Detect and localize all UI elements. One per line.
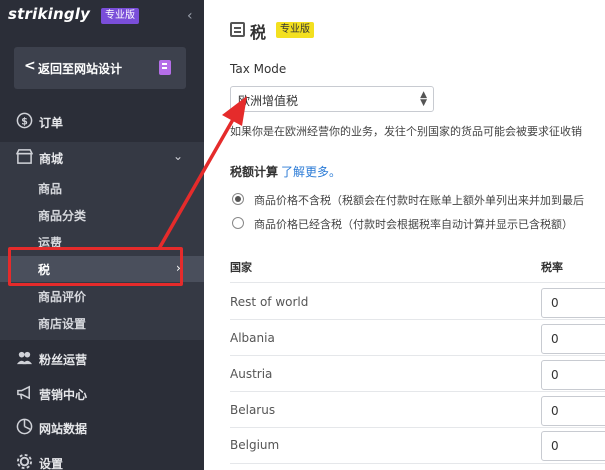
radio-exclusive-label: 商品价格不含税（税额会在付款时在账单上额外单列出来并加到最后 [254,194,584,207]
country-name: Rest of world [230,295,309,309]
pro-badge: 专业版 [101,8,139,24]
learn-more-link[interactable]: 了解更多。 [281,163,341,180]
sidebar: strikingly 专业版 ‹ < 返回至网站设计 $ 订单 商城 ⌄ 商品 … [0,0,204,470]
radio-exclusive-row[interactable]: 商品价格不含税（税额会在付款时在账单上额外单列出来并加到最后 [230,190,605,208]
tax-rate-input[interactable]: 0 [541,396,605,426]
title-pro-badge: 专业版 [276,22,314,38]
nav-label-store: 商城 [39,152,64,166]
tax-rate-value: 0 [551,404,559,418]
nav-item-orders[interactable]: $ 订单 [0,108,204,136]
sidebar-item-categories[interactable]: 商品分类 [0,202,204,228]
store-icon [15,148,33,166]
tax-rate-input[interactable]: 0 [541,431,605,461]
chevron-down-icon: ⌄ [173,149,184,163]
country-name: Austria [230,367,273,381]
radio-inclusive-row[interactable]: 商品价格已经含税（付款时会根据税率自动计算并显示已含税额） [230,214,605,232]
sidebar-item-products[interactable]: 商品 [0,175,204,201]
tax-mode-select[interactable]: 欧洲增值税 ▲ ▼ [230,86,434,112]
select-arrows-icon: ▲ ▼ [420,90,427,108]
tax-rate-input[interactable]: 0 [541,324,605,354]
row-divider [230,391,605,392]
megaphone-icon [15,384,33,402]
page-title: 税 [250,23,267,42]
sub-label: 商品评价 [38,290,87,304]
back-to-design-button[interactable]: < 返回至网站设计 [14,47,186,89]
tax-rate-value: 0 [551,439,559,453]
row-divider [230,319,605,320]
row-divider [230,463,605,464]
sub-label: 商店设置 [38,317,87,331]
radio-exclusive[interactable] [232,193,244,205]
nav-item-fans[interactable]: 粉丝运营 [0,345,204,373]
nav-label-settings: 设置 [39,457,64,470]
nav-label-fans: 粉丝运营 [39,353,88,367]
tax-mode-value: 欧洲增值税 [238,94,299,108]
sidebar-item-store-settings[interactable]: 商店设置 [0,310,204,336]
tax-rate-value: 0 [551,296,559,310]
brand-row: strikingly 专业版 ‹ [0,0,204,34]
sidebar-item-reviews[interactable]: 商品评价 [0,283,204,309]
receipt-icon [230,22,245,37]
main-content: 税 专业版 Tax Mode 欧洲增值税 ▲ ▼ 如果你是在欧洲经营你的业务，发往… [204,0,605,470]
tax-rate-value: 0 [551,368,559,382]
tax-calc-label: 税额计算 [230,165,279,179]
users-icon [15,349,33,367]
sub-label: 商品 [38,182,63,196]
country-name: Belgium [230,438,280,452]
book-icon [159,60,171,75]
tax-rate-input[interactable]: 0 [541,288,605,318]
strikingly-logo[interactable]: strikingly [8,5,90,23]
sub-label: 商品分类 [38,209,87,223]
nav-label-analytics: 网站数据 [39,422,88,436]
row-divider [230,355,605,356]
row-divider [230,282,605,283]
country-name: Albania [230,331,275,345]
collapse-chevron-icon[interactable]: ‹ [187,8,193,24]
back-label: 返回至网站设计 [38,62,123,76]
chevron-left-icon: < [24,58,36,74]
tax-rate-value: 0 [551,332,559,346]
col-header-rate: 税率 [541,261,563,274]
row-divider [230,427,605,428]
store-group: 商城 ⌄ 商品 商品分类 运费 税 › 商品评价 商店设置 [0,142,204,340]
nav-label-marketing: 营销中心 [39,388,88,402]
gear-icon [15,453,33,470]
col-header-country: 国家 [230,261,252,274]
tax-mode-label: Tax Mode [230,62,287,76]
tax-rate-input[interactable]: 0 [541,360,605,390]
dollar-circle-icon: $ [15,112,33,130]
radio-inclusive-label: 商品价格已经含税（付款时会根据税率自动计算并显示已含税额） [254,218,573,231]
nav-item-settings[interactable]: 设置 [0,449,204,470]
nav-label-orders: 订单 [39,116,64,130]
nav-item-marketing[interactable]: 营销中心 [0,380,204,408]
pie-chart-icon [15,418,33,436]
nav-item-store[interactable]: 商城 ⌄ [0,144,204,172]
tax-help-text: 如果你是在欧洲经营你的业务，发往个别国家的货品可能会被要求征收销 [230,125,582,138]
country-name: Belarus [230,403,276,417]
nav-item-analytics[interactable]: 网站数据 [0,414,204,442]
svg-text:$: $ [21,116,28,127]
radio-inclusive[interactable] [232,217,244,229]
annotation-highlight-box [8,247,183,286]
